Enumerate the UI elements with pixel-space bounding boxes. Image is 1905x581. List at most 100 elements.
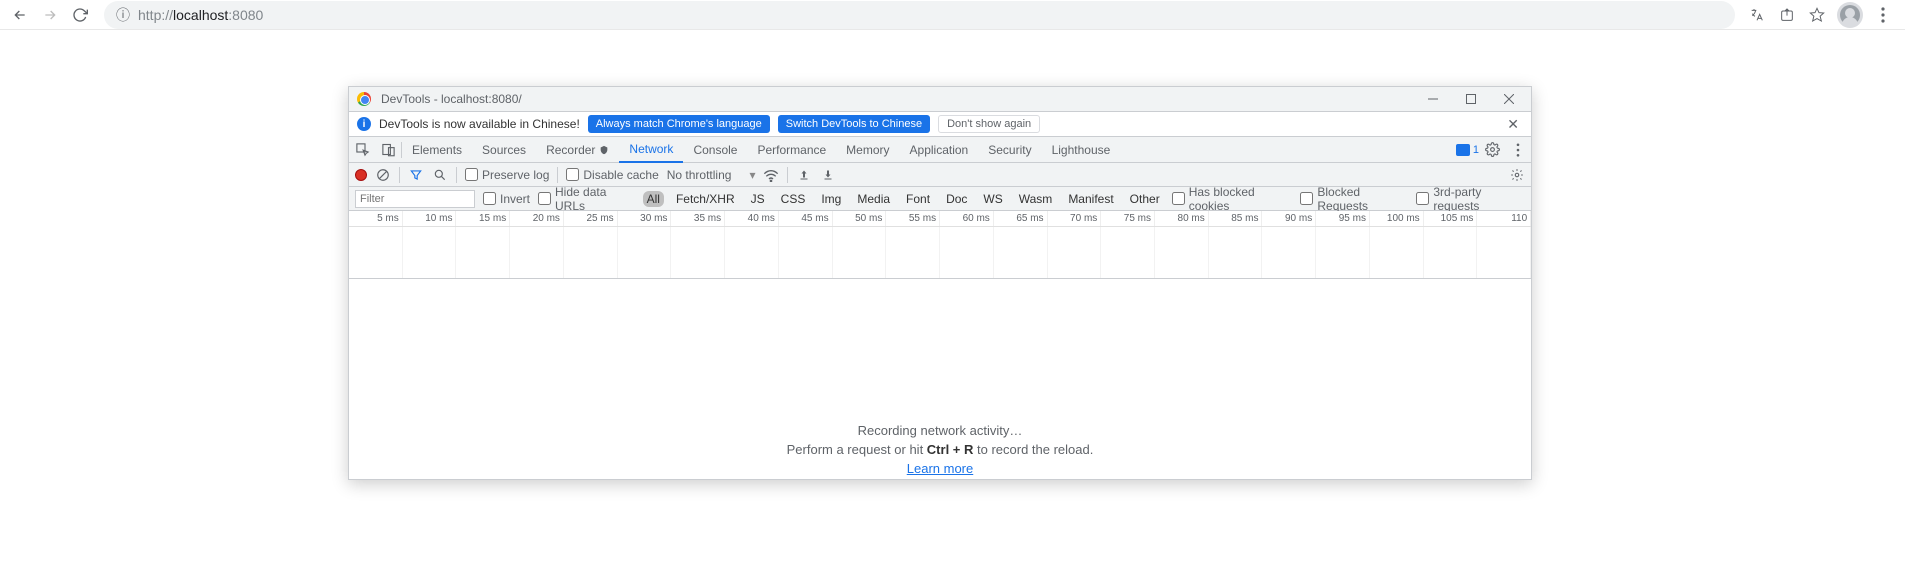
timeline-tick: 50 ms [833, 211, 887, 226]
reload-button[interactable] [68, 3, 92, 27]
tab-application[interactable]: Application [900, 137, 979, 162]
dont-show-button[interactable]: Don't show again [938, 115, 1040, 133]
empty-state: Recording network activity… Perform a re… [349, 279, 1531, 479]
tab-lighthouse[interactable]: Lighthouse [1042, 137, 1121, 162]
issues-badge[interactable]: 1 [1456, 144, 1479, 156]
timeline-tick: 110 [1477, 211, 1531, 226]
network-settings-gear-icon[interactable] [1509, 167, 1525, 183]
network-toolbar: Preserve log Disable cache No throttling… [349, 163, 1531, 187]
bookmark-star-icon[interactable] [1807, 5, 1827, 25]
timeline-tick: 40 ms [725, 211, 779, 226]
switch-language-button[interactable]: Switch DevTools to Chinese [778, 115, 930, 133]
maximize-button[interactable] [1453, 89, 1489, 109]
back-button[interactable] [8, 3, 32, 27]
filter-toggle-icon[interactable] [408, 167, 424, 183]
browser-toolbar: ⓘ http://localhost:8080 [0, 0, 1905, 30]
forward-button[interactable] [38, 3, 62, 27]
export-har-icon[interactable] [820, 167, 836, 183]
timeline-tick: 35 ms [671, 211, 725, 226]
timeline-tick: 70 ms [1048, 211, 1102, 226]
type-font[interactable]: Font [902, 191, 934, 207]
timeline-overview[interactable]: 5 ms10 ms15 ms20 ms25 ms30 ms35 ms40 ms4… [349, 211, 1531, 279]
tab-security[interactable]: Security [978, 137, 1041, 162]
tab-performance[interactable]: Performance [747, 137, 836, 162]
timeline-tick: 5 ms [349, 211, 403, 226]
type-doc[interactable]: Doc [942, 191, 971, 207]
timeline-tick: 60 ms [940, 211, 994, 226]
type-ws[interactable]: WS [979, 191, 1006, 207]
hide-data-urls-checkbox[interactable]: Hide data URLs [538, 185, 635, 213]
type-manifest[interactable]: Manifest [1064, 191, 1117, 207]
close-button[interactable] [1491, 89, 1527, 109]
type-all[interactable]: All [643, 191, 664, 207]
type-media[interactable]: Media [853, 191, 894, 207]
tab-recorder[interactable]: Recorder [536, 137, 619, 162]
network-conditions-icon[interactable] [763, 167, 779, 183]
record-button[interactable] [355, 169, 367, 181]
timeline-tick: 10 ms [403, 211, 457, 226]
learn-more-link[interactable]: Learn more [907, 461, 973, 476]
third-party-checkbox[interactable]: 3rd-party requests [1416, 185, 1525, 213]
url-text: http://localhost:8080 [138, 7, 263, 23]
banner-close-icon[interactable]: ✕ [1503, 116, 1523, 133]
timeline-tick: 25 ms [564, 211, 618, 226]
site-info-icon[interactable]: ⓘ [116, 5, 130, 25]
tab-console[interactable]: Console [683, 137, 747, 162]
timeline-tick: 95 ms [1316, 211, 1370, 226]
translate-icon[interactable] [1747, 5, 1767, 25]
disable-cache-checkbox[interactable]: Disable cache [566, 168, 658, 182]
timeline-tick: 30 ms [618, 211, 672, 226]
empty-title: Recording network activity… [349, 423, 1531, 438]
timeline-tick: 20 ms [510, 211, 564, 226]
devtools-window: DevTools - localhost:8080/ i DevTools is… [348, 86, 1532, 480]
throttling-select[interactable]: No throttling▾ [667, 168, 756, 182]
timeline-tick: 90 ms [1262, 211, 1316, 226]
chrome-logo-icon [357, 92, 371, 106]
devtools-titlebar[interactable]: DevTools - localhost:8080/ [349, 87, 1531, 111]
tab-sources[interactable]: Sources [472, 137, 536, 162]
info-icon: i [357, 117, 371, 131]
invert-checkbox[interactable]: Invert [483, 192, 530, 206]
blocked-cookies-checkbox[interactable]: Has blocked cookies [1172, 185, 1293, 213]
search-icon[interactable] [432, 167, 448, 183]
import-har-icon[interactable] [796, 167, 812, 183]
panel-tabs: Elements Sources Recorder Network Consol… [349, 137, 1531, 163]
type-js[interactable]: JS [747, 191, 769, 207]
blocked-requests-checkbox[interactable]: Blocked Requests [1300, 185, 1408, 213]
tab-elements[interactable]: Elements [402, 137, 472, 162]
timeline-tick: 105 ms [1424, 211, 1478, 226]
always-match-button[interactable]: Always match Chrome's language [588, 115, 770, 133]
timeline-tick: 55 ms [886, 211, 940, 226]
tab-network[interactable]: Network [619, 138, 683, 163]
timeline-tick: 80 ms [1155, 211, 1209, 226]
tab-memory[interactable]: Memory [836, 137, 899, 162]
device-toggle-icon[interactable] [375, 137, 401, 163]
filter-input[interactable] [355, 190, 475, 208]
minimize-button[interactable] [1415, 89, 1451, 109]
timeline-tick: 100 ms [1370, 211, 1424, 226]
share-icon[interactable] [1777, 5, 1797, 25]
inspect-element-icon[interactable] [349, 137, 375, 163]
timeline-tick: 15 ms [456, 211, 510, 226]
type-wasm[interactable]: Wasm [1015, 191, 1057, 207]
more-menu-icon[interactable] [1505, 137, 1531, 163]
address-bar[interactable]: ⓘ http://localhost:8080 [104, 1, 1735, 29]
chrome-menu-icon[interactable] [1873, 5, 1893, 25]
language-banner: i DevTools is now available in Chinese! … [349, 111, 1531, 137]
devtools-title: DevTools - localhost:8080/ [381, 92, 522, 106]
timeline-tick: 45 ms [779, 211, 833, 226]
timeline-tick: 85 ms [1209, 211, 1263, 226]
timeline-tick: 65 ms [994, 211, 1048, 226]
clear-button[interactable] [375, 167, 391, 183]
profile-avatar[interactable] [1837, 2, 1863, 28]
type-img[interactable]: Img [817, 191, 845, 207]
type-css[interactable]: CSS [777, 191, 810, 207]
preserve-log-checkbox[interactable]: Preserve log [465, 168, 549, 182]
timeline-tick: 75 ms [1101, 211, 1155, 226]
type-other[interactable]: Other [1126, 191, 1164, 207]
type-fetch[interactable]: Fetch/XHR [672, 191, 739, 207]
empty-hint: Perform a request or hit Ctrl + R to rec… [349, 442, 1531, 457]
banner-message: DevTools is now available in Chinese! [379, 117, 580, 131]
settings-gear-icon[interactable] [1479, 137, 1505, 163]
filter-row: Invert Hide data URLs All Fetch/XHR JS C… [349, 187, 1531, 211]
